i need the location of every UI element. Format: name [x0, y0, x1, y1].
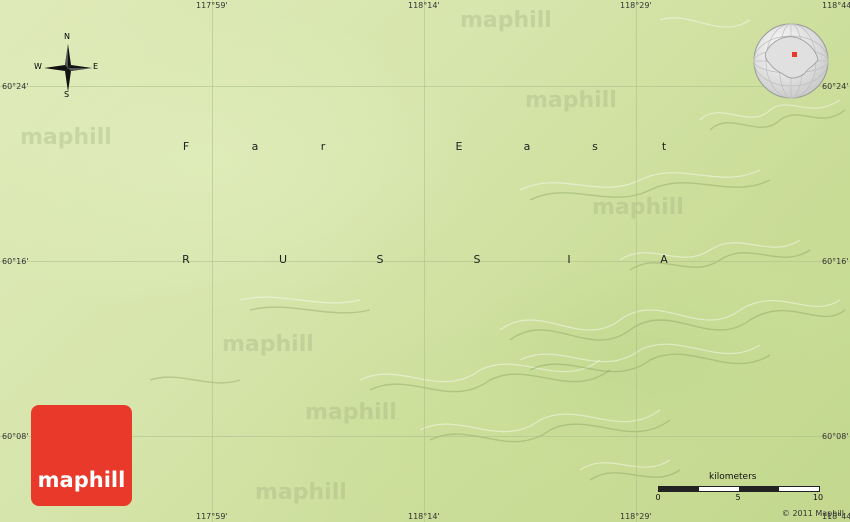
maphill-logo[interactable]: maphill	[31, 405, 132, 506]
watermark: maphill	[222, 332, 314, 357]
longitude-label-bottom: 118°29'	[620, 512, 652, 521]
country-letter: S	[473, 253, 481, 266]
longitude-label-bottom: 118°14'	[408, 512, 440, 521]
copyright-text: © 2011 Maphill	[781, 509, 844, 518]
compass-north: N	[64, 32, 70, 41]
region-letter: E	[455, 140, 463, 153]
scale-title: kilometers	[709, 472, 757, 482]
compass-west: W	[34, 62, 42, 71]
watermark: maphill	[255, 480, 347, 505]
longitude-label-bottom: 117°59'	[196, 512, 228, 521]
region-letter: s	[592, 140, 598, 153]
region-letter: a	[523, 140, 531, 153]
latitude-label-left: 60°08'	[2, 432, 29, 441]
region-label-far-east: F a r E a s t	[0, 140, 850, 154]
country-letter: S	[376, 253, 384, 266]
scale-tick: 5	[735, 493, 741, 502]
latitude-label-left: 60°24'	[2, 82, 29, 91]
watermark: maphill	[460, 8, 552, 33]
region-letter: r	[320, 140, 326, 153]
latitude-label-right: 60°08'	[822, 432, 849, 441]
compass-rose-icon: N S E W	[34, 32, 99, 99]
watermark: maphill	[305, 400, 397, 425]
region-letter: a	[251, 140, 259, 153]
country-letter: A	[660, 253, 668, 266]
scale-bar: kilometers 0 5 10	[654, 472, 824, 512]
scale-tick: 10	[812, 493, 824, 502]
compass-east: E	[93, 62, 99, 71]
longitude-label-top: 118°14'	[408, 1, 440, 10]
region-letter: t	[661, 140, 667, 153]
map-canvas[interactable]: 117°59' 118°14' 118°29' 118°44' 117°59' …	[0, 0, 850, 522]
country-label-russia: R U S S I A	[0, 253, 850, 267]
compass-south: S	[64, 90, 70, 99]
watermark: maphill	[592, 195, 684, 220]
region-letter: F	[182, 140, 190, 153]
watermark: maphill	[525, 88, 617, 113]
parallel-line	[0, 86, 850, 87]
longitude-label-top: 117°59'	[196, 1, 228, 10]
scale-bar-graphic	[658, 486, 820, 492]
country-letter: I	[567, 253, 571, 266]
locator-globe-icon	[752, 22, 830, 100]
logo-text: maphill	[37, 468, 126, 492]
scale-tick: 0	[655, 493, 661, 502]
longitude-label-top: 118°29'	[620, 1, 652, 10]
country-letter: R	[182, 253, 190, 266]
country-letter: U	[278, 253, 288, 266]
longitude-label-top: 118°44'	[822, 1, 850, 10]
